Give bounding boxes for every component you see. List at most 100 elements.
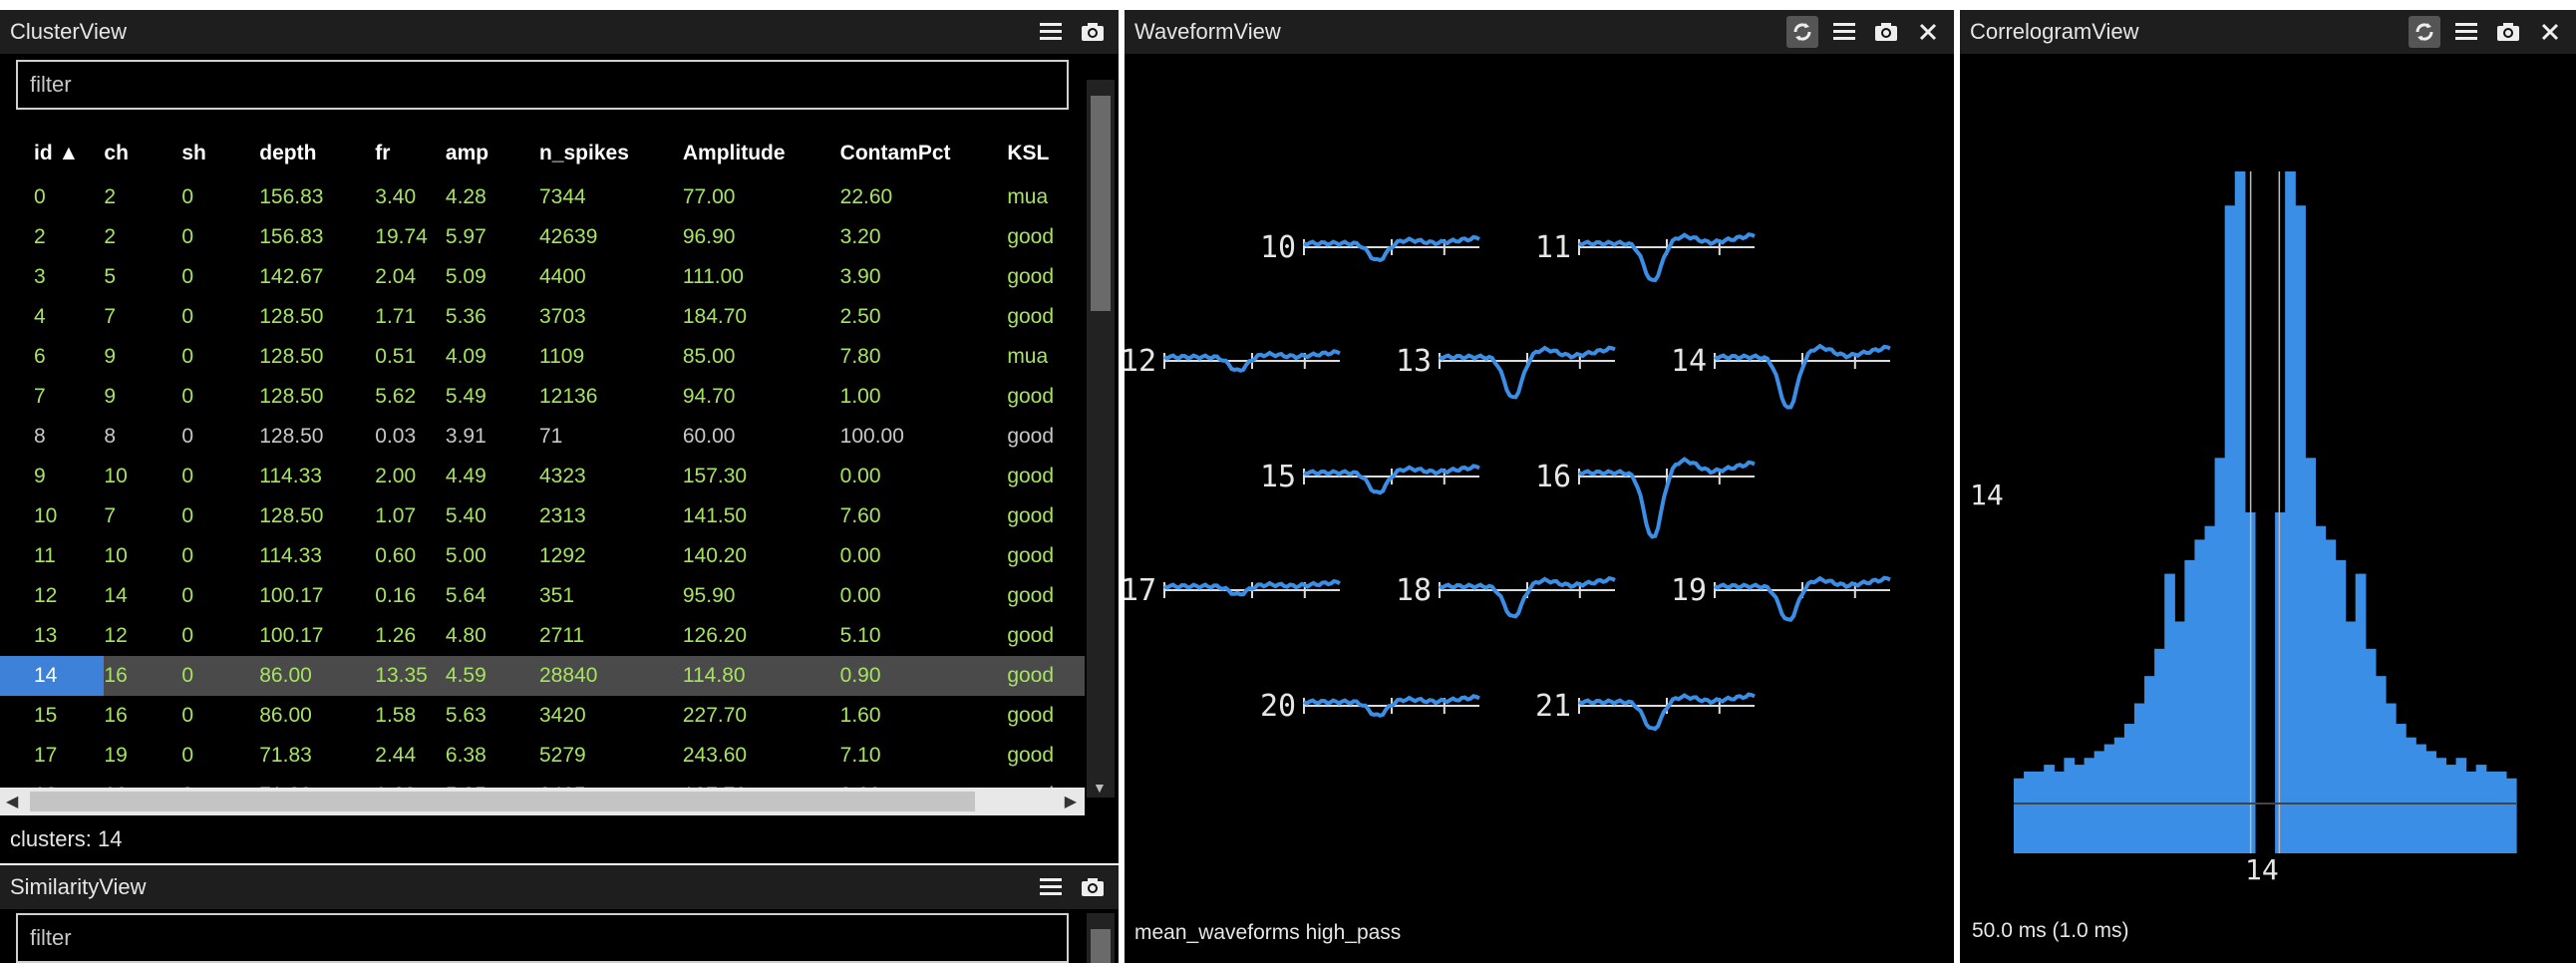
table-cell: 4323 — [539, 465, 586, 487]
table-cell: 9 — [34, 465, 46, 487]
table-cell: 17 — [34, 744, 58, 767]
similarity-filter-input[interactable]: filter — [16, 913, 1069, 963]
waveform-plot[interactable]: 10 11 12 13 14 15 16 17 18 19 20 21 — [1125, 56, 1954, 913]
correlogram-bar — [2074, 765, 2086, 853]
table-row[interactable]: 2 2 0 156.83 19.74 5.97 42639 96.90 3.20 good — [0, 217, 1085, 257]
table-cell: 5279 — [539, 744, 586, 767]
scroll-left-arrow-icon[interactable]: ◀ — [6, 792, 18, 811]
table-cell: 12 — [104, 624, 128, 647]
table-cell: 5.63 — [445, 704, 486, 727]
table-row[interactable]: 3 5 0 142.67 2.04 5.09 4400 111.00 3.90 good — [0, 257, 1085, 297]
table-cell: 4.49 — [445, 465, 486, 487]
table-row[interactable]: 17 19 0 71.83 2.44 6.38 5279 243.60 7.10 good — [0, 736, 1085, 776]
column-header-8[interactable]: ContamPct — [840, 130, 1008, 177]
table-cell: 0 — [181, 656, 260, 696]
table-row[interactable]: 4 7 0 128.50 1.71 5.36 3703 184.70 2.50 good — [0, 297, 1085, 337]
correlogram-plot[interactable]: 14 14 — [1960, 56, 2576, 913]
table-row[interactable]: 0 2 0 156.83 3.40 4.28 7344 77.00 22.60 mua — [0, 177, 1085, 217]
table-row[interactable]: 7 9 0 128.50 5.62 5.49 12136 94.70 1.00 good — [0, 377, 1085, 417]
menu-icon[interactable] — [1035, 871, 1067, 903]
column-header-7[interactable]: Amplitude — [683, 130, 840, 177]
table-cell: good — [1007, 704, 1055, 727]
cluster-horizontal-scrollbar[interactable]: ◀ ▶ — [0, 788, 1085, 815]
column-header-3[interactable]: depth — [259, 130, 375, 177]
column-header-5[interactable]: amp — [446, 130, 539, 177]
table-cell: good — [1007, 656, 1085, 696]
table-cell: 0 — [181, 185, 194, 208]
table-cell: 0 — [181, 744, 194, 767]
cluster-vertical-scroll-thumb[interactable] — [1091, 96, 1111, 311]
table-cell: 351 — [539, 584, 575, 607]
table-cell: 2 — [104, 185, 117, 208]
table-cell: good — [1007, 504, 1055, 527]
refresh-icon[interactable] — [1786, 16, 1818, 48]
column-header-6[interactable]: n_spikes — [539, 130, 683, 177]
table-row[interactable]: 13 12 0 100.17 1.26 4.80 2711 126.20 5.10 good — [0, 616, 1085, 656]
table-cell: 85.00 — [682, 345, 736, 368]
correlogram-bar — [2034, 771, 2045, 853]
table-cell: 28840 — [539, 656, 683, 696]
similarity-vertical-scrollbar[interactable] — [1087, 913, 1115, 963]
table-row[interactable]: 9 10 0 114.33 2.00 4.49 4323 157.30 0.00 good — [0, 457, 1085, 496]
table-cell: 19 — [104, 744, 128, 767]
table-cell: 0.00 — [839, 544, 881, 567]
correlogram-bar — [2396, 724, 2407, 853]
table-row[interactable]: 8 8 0 128.50 0.03 3.91 71 60.00 100.00 good — [0, 417, 1085, 457]
table-cell: 2.00 — [375, 465, 417, 487]
table-cell: 19.74 — [375, 225, 428, 248]
scroll-down-arrow-icon[interactable]: ▼ — [1093, 780, 1107, 796]
correlogram-bar — [2485, 771, 2497, 853]
table-cell: 4.80 — [445, 624, 486, 647]
scroll-right-arrow-icon[interactable]: ▶ — [1065, 792, 1077, 811]
table-cell: 12136 — [539, 385, 598, 408]
table-cell: 0 — [181, 425, 194, 448]
close-icon[interactable] — [2534, 16, 2566, 48]
column-header-1[interactable]: ch — [104, 130, 181, 177]
refresh-icon[interactable] — [2409, 16, 2440, 48]
table-cell: mua — [1007, 345, 1049, 368]
camera-icon[interactable] — [1077, 871, 1109, 903]
menu-icon[interactable] — [2450, 16, 2482, 48]
table-cell: 0.00 — [839, 584, 881, 607]
table-cell: 184.70 — [682, 305, 748, 328]
table-row[interactable]: 14 16 0 86.00 13.35 4.59 28840 114.80 0.90 good — [0, 656, 1085, 696]
menu-icon[interactable] — [1828, 16, 1860, 48]
table-cell: 5.00 — [445, 544, 486, 567]
camera-icon[interactable] — [1870, 16, 1902, 48]
table-cell: 9 — [104, 385, 117, 408]
column-header-4[interactable]: fr — [375, 130, 446, 177]
table-cell: 10 — [34, 504, 58, 527]
cluster-horizontal-scroll-thumb[interactable] — [30, 792, 975, 811]
table-cell: 100.17 — [259, 624, 324, 647]
correlogram-bar — [2123, 724, 2135, 853]
waveform-channel: 14 — [1671, 343, 1891, 410]
table-row[interactable]: 6 9 0 128.50 0.51 4.09 1109 85.00 7.80 mua — [0, 337, 1085, 377]
column-header-0[interactable]: id ▲ — [0, 130, 104, 177]
waveform-channel: 17 — [1125, 573, 1341, 608]
cluster-vertical-scrollbar[interactable]: ▼ — [1087, 80, 1115, 798]
camera-icon[interactable] — [2492, 16, 2524, 48]
channel-label: 13 — [1396, 344, 1432, 379]
table-row[interactable]: 11 10 0 114.33 0.60 5.00 1292 140.20 0.00 good — [0, 536, 1085, 576]
similarity-vertical-scroll-thumb[interactable] — [1091, 929, 1111, 963]
close-icon[interactable] — [1912, 16, 1944, 48]
table-row[interactable]: 10 7 0 128.50 1.07 5.40 2313 141.50 7.60 good — [0, 496, 1085, 536]
table-cell: good — [1007, 544, 1055, 567]
menu-icon-glyph — [2455, 23, 2477, 40]
table-row[interactable]: 12 14 0 100.17 0.16 5.64 351 95.90 0.00 good — [0, 576, 1085, 616]
refresh-icon-glyph — [1793, 23, 1811, 41]
table-row[interactable]: 15 16 0 86.00 1.58 5.63 3420 227.70 1.60 good — [0, 696, 1085, 736]
table-cell: 14 — [104, 584, 128, 607]
table-cell: 157.30 — [682, 465, 748, 487]
column-header-9[interactable]: KSL — [1007, 130, 1085, 177]
table-cell: 16 — [104, 704, 128, 727]
table-cell: 77.00 — [682, 185, 736, 208]
camera-icon-glyph — [2497, 23, 2519, 41]
table-cell: 86.00 — [259, 704, 312, 727]
correlogram-bar — [2024, 771, 2035, 853]
correlogram-bar — [2425, 751, 2436, 853]
cluster-status: clusters: 14 — [0, 819, 1117, 859]
table-cell: 2.44 — [375, 744, 417, 767]
column-header-2[interactable]: sh — [181, 130, 259, 177]
table-cell: 128.50 — [259, 504, 324, 527]
